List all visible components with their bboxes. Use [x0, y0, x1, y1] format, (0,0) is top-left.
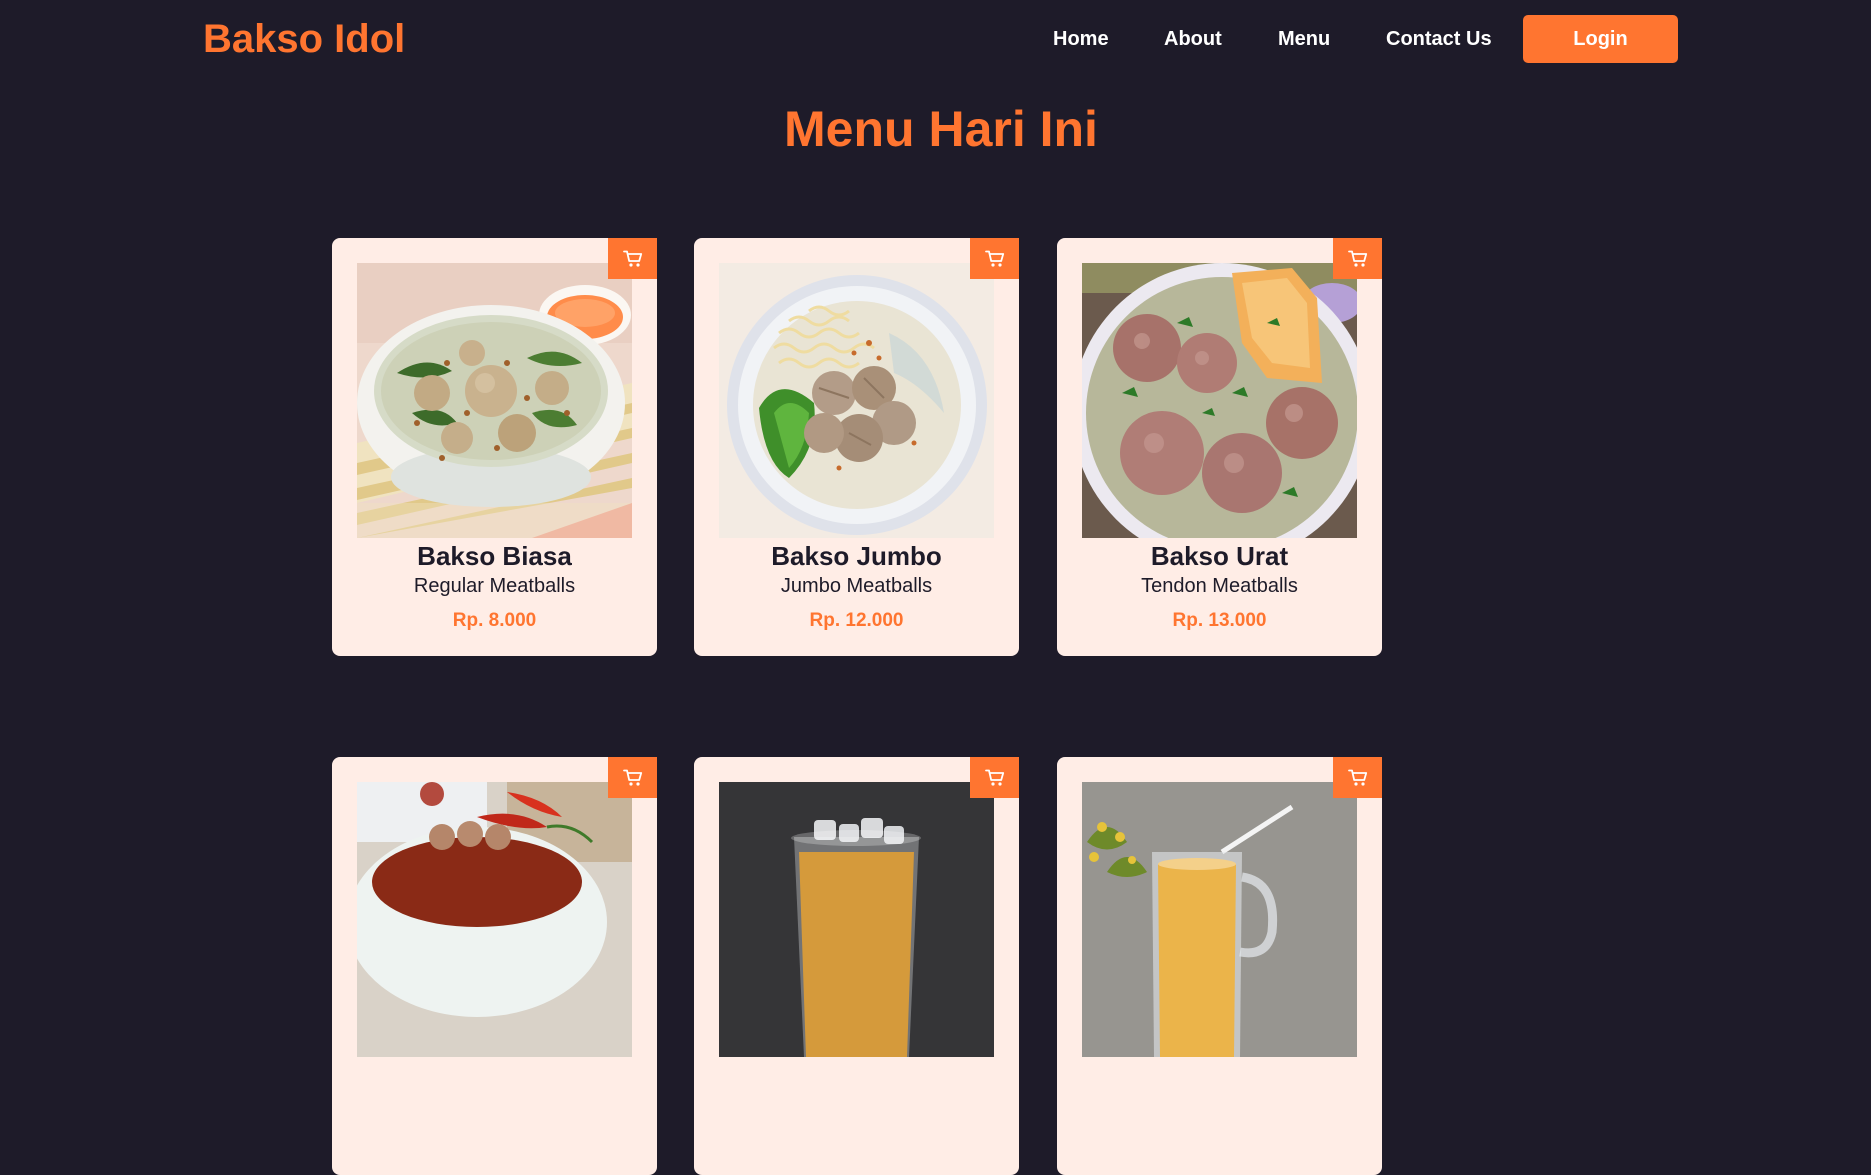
- menu-card-bakso-urat: Bakso Urat Tendon Meatballs Rp. 13.000: [1057, 238, 1382, 656]
- add-to-cart-button[interactable]: [970, 757, 1019, 798]
- menu-card: [332, 757, 657, 1175]
- menu-item-description: Jumbo Meatballs: [780, 575, 933, 597]
- bakso-urat-photo: [1082, 263, 1357, 538]
- iced-tea-photo: [719, 782, 994, 1057]
- brand-logo[interactable]: Bakso Idol: [203, 14, 405, 64]
- add-to-cart-button[interactable]: [1333, 757, 1382, 798]
- page-title: Menu Hari Ini: [784, 101, 1098, 157]
- cart-icon: [984, 250, 1005, 268]
- menu-item-price: Rp. 8.000: [452, 610, 537, 631]
- menu-card-bakso-biasa: Bakso Biasa Regular Meatballs Rp. 8.000: [332, 238, 657, 656]
- menu-card-bakso-jumbo: Bakso Jumbo Jumbo Meatballs Rp. 12.000: [694, 238, 1019, 656]
- menu-item-price: Rp. 12.000: [809, 610, 904, 631]
- add-to-cart-button[interactable]: [608, 238, 657, 279]
- menu-card: [694, 757, 1019, 1175]
- bakso-biasa-photo: [357, 263, 632, 538]
- add-to-cart-button[interactable]: [608, 757, 657, 798]
- nav-link-about[interactable]: About: [1164, 27, 1222, 51]
- menu-item-description: Tendon Meatballs: [1141, 575, 1298, 597]
- login-button[interactable]: Login: [1523, 15, 1678, 63]
- cart-icon: [1347, 250, 1368, 268]
- add-to-cart-button[interactable]: [1333, 238, 1382, 279]
- bakso-jumbo-photo: [719, 263, 994, 538]
- cart-icon: [1347, 769, 1368, 787]
- add-to-cart-button[interactable]: [970, 238, 1019, 279]
- menu-item-name: Bakso Urat: [1150, 541, 1289, 571]
- menu-item-description: Regular Meatballs: [413, 575, 576, 597]
- meatball-dish-photo: [357, 782, 632, 1057]
- menu-card: [1057, 757, 1382, 1175]
- navbar: Bakso Idol Home About Menu Contact Us Lo…: [0, 0, 1871, 78]
- ginger-drink-photo: [1082, 782, 1357, 1057]
- nav-link-home[interactable]: Home: [1053, 27, 1109, 51]
- nav-link-menu[interactable]: Menu: [1278, 27, 1330, 51]
- menu-item-name: Bakso Jumbo: [771, 541, 942, 571]
- cart-icon: [622, 769, 643, 787]
- cart-icon: [622, 250, 643, 268]
- nav-link-contact-us[interactable]: Contact Us: [1386, 27, 1492, 51]
- cart-icon: [984, 769, 1005, 787]
- menu-item-name: Bakso Biasa: [417, 541, 572, 571]
- menu-item-price: Rp. 13.000: [1172, 610, 1267, 631]
